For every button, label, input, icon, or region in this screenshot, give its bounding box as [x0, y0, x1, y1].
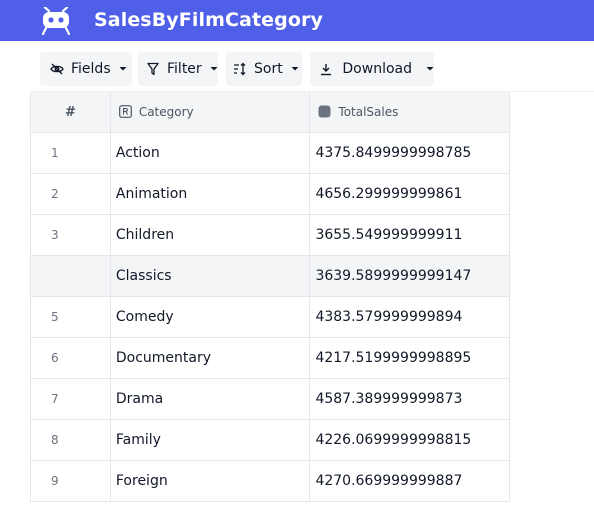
column-header-total-sales[interactable]: TotalSales [310, 92, 510, 132]
category-cell[interactable]: Foreign [111, 461, 311, 501]
chevron-down-icon [426, 66, 434, 72]
page-title: SalesByFilmCategory [94, 9, 323, 31]
category-cell[interactable]: Documentary [111, 338, 311, 378]
table-row-hovered[interactable]: Classics 3639.5899999999147 [31, 256, 510, 297]
category-cell[interactable]: Animation [111, 174, 311, 214]
sort-label: Sort [254, 61, 283, 77]
total-sales-cell[interactable]: 4587.389999999873 [310, 379, 510, 419]
total-sales-cell[interactable]: 4217.5199999998895 [310, 338, 510, 378]
nocodb-logo-icon[interactable] [40, 7, 72, 35]
table-row[interactable]: 8 Family 4226.0699999998815 [31, 420, 510, 461]
total-sales-cell[interactable]: 4226.0699999998815 [310, 420, 510, 460]
row-number-cell: 3 [31, 215, 111, 255]
row-number-cell: 9 [31, 461, 111, 501]
column-header-category-label: Category [138, 105, 194, 119]
sort-icon [232, 61, 248, 77]
decimal-field-icon [318, 105, 332, 119]
download-button[interactable]: Download [310, 52, 434, 86]
fields-label: Fields [71, 61, 111, 77]
total-sales-cell[interactable]: 3655.549999999911 [310, 215, 510, 255]
filter-icon [145, 61, 161, 77]
download-icon [319, 61, 332, 77]
table-row[interactable]: 9 Foreign 4270.669999999887 [31, 461, 510, 502]
sort-button[interactable]: Sort [226, 52, 302, 86]
eye-slash-icon [49, 61, 65, 77]
row-number-cell[interactable] [31, 256, 111, 296]
row-number-cell: 7 [31, 379, 111, 419]
total-sales-cell[interactable]: 4656.299999999861 [310, 174, 510, 214]
filter-button[interactable]: Filter [138, 52, 218, 86]
row-number-cell: 1 [31, 133, 111, 173]
table-row[interactable]: 1 Action 4375.8499999998785 [31, 133, 510, 174]
data-grid: # Category TotalSales 1 Action 4375.8499… [30, 92, 510, 502]
chevron-down-icon [119, 66, 127, 72]
table-row[interactable]: 5 Comedy 4383.579999999894 [31, 297, 510, 338]
row-number-cell: 2 [31, 174, 111, 214]
column-header-total-sales-label: TotalSales [338, 105, 399, 119]
total-sales-cell[interactable]: 4383.579999999894 [310, 297, 510, 337]
category-cell[interactable]: Children [111, 215, 311, 255]
filter-label: Filter [167, 61, 202, 77]
row-number-cell: 8 [31, 420, 111, 460]
text-field-icon [118, 105, 133, 119]
row-number-cell: 6 [31, 338, 111, 378]
column-header-category[interactable]: Category [111, 92, 311, 132]
table-row[interactable]: 7 Drama 4587.389999999873 [31, 379, 510, 420]
chevron-down-icon [210, 66, 218, 72]
chevron-down-icon [291, 66, 299, 72]
category-cell[interactable]: Classics [111, 256, 311, 296]
table-header-row: # Category TotalSales [31, 92, 510, 133]
total-sales-cell[interactable]: 4270.669999999887 [310, 461, 510, 501]
category-cell[interactable]: Action [111, 133, 311, 173]
fields-button[interactable]: Fields [40, 52, 132, 86]
category-cell[interactable]: Family [111, 420, 311, 460]
category-cell[interactable]: Drama [111, 379, 311, 419]
table-row[interactable]: 3 Children 3655.549999999911 [31, 215, 510, 256]
row-number-cell: 5 [31, 297, 111, 337]
column-header-row-number: # [31, 92, 111, 132]
table-row[interactable]: 6 Documentary 4217.5199999998895 [31, 338, 510, 379]
download-label: Download [342, 61, 412, 77]
top-bar: SalesByFilmCategory [0, 0, 594, 41]
toolbar: Fields Filter Sort Download [30, 48, 594, 92]
category-cell[interactable]: Comedy [111, 297, 311, 337]
total-sales-cell[interactable]: 4375.8499999998785 [310, 133, 510, 173]
total-sales-cell[interactable]: 3639.5899999999147 [310, 256, 510, 296]
table-row[interactable]: 2 Animation 4656.299999999861 [31, 174, 510, 215]
